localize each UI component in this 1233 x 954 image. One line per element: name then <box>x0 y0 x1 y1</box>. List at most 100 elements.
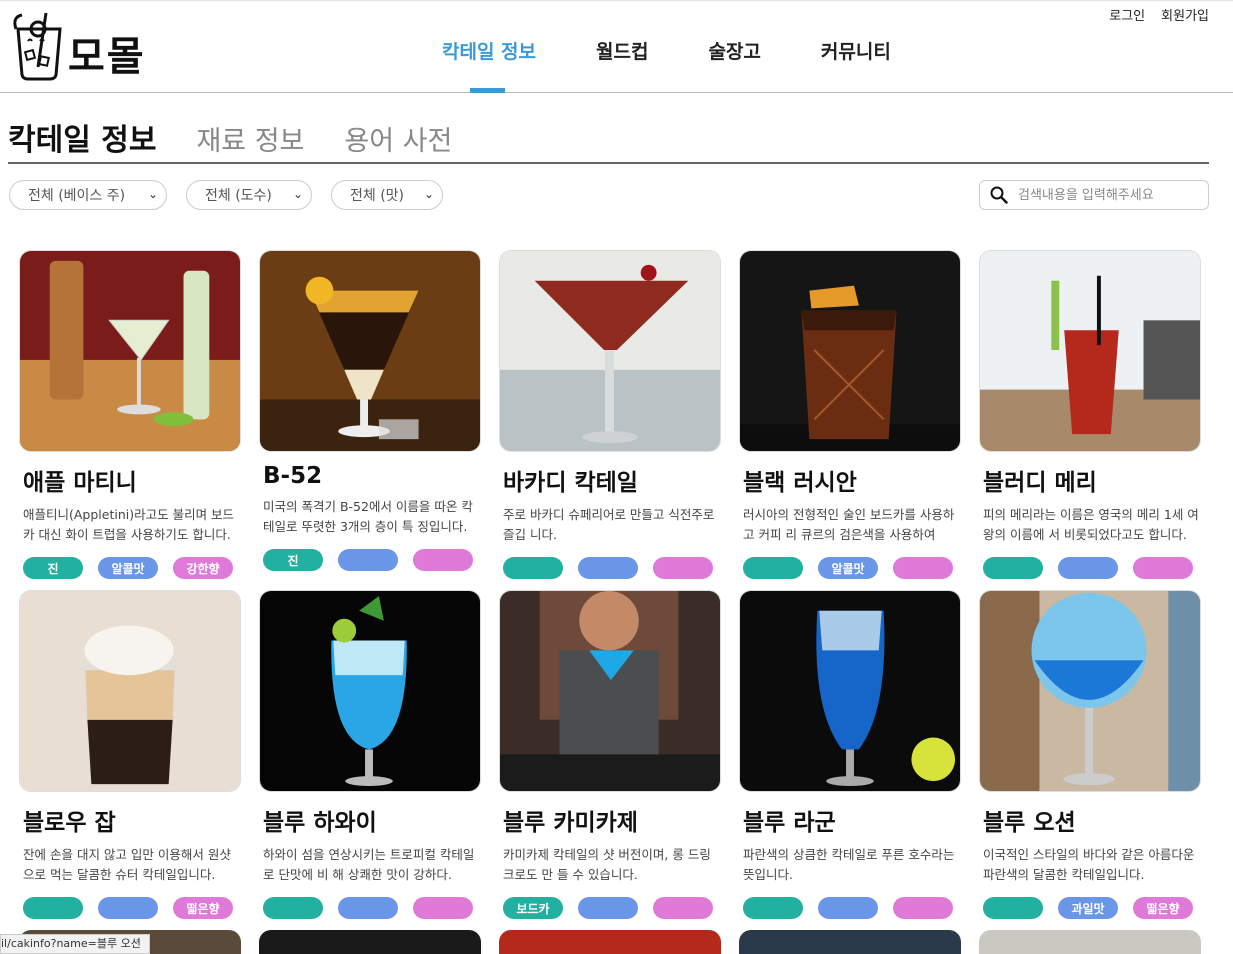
taste-filter[interactable]: 전체 (맛) ⌄ <box>331 180 443 210</box>
cocktail-card[interactable]: 바카디 칵테일 주로 바카디 슈페리어로 만들고 식전주로 즐깁 니다. <box>499 250 721 580</box>
taste-tag: 떫은향 <box>173 897 233 919</box>
cocktail-name: 블랙 러시안 <box>743 470 857 496</box>
cocktail-name: B-52 <box>263 463 323 489</box>
tag-row <box>263 897 481 919</box>
base-spirit-filter-value: 전체 (베이스 주) <box>28 188 126 204</box>
taste-tag <box>893 557 953 579</box>
cocktail-photo <box>259 590 481 792</box>
base-spirit-tag <box>983 557 1043 579</box>
tab-cocktail-info[interactable]: 칵테일 정보 <box>8 115 156 159</box>
cocktail-photo <box>499 590 721 792</box>
cocktail-card[interactable]: 블루 하와이 하와이 섬을 연상시키는 트로피컬 칵테일로 단맛에 비 해 상쾌… <box>259 590 481 920</box>
abv-tag: 알콜맛 <box>818 557 878 579</box>
cocktail-name: 블루 카미카제 <box>503 810 638 836</box>
tag-row: 보드카 <box>503 897 721 919</box>
taste-tag <box>1133 557 1193 579</box>
search-input[interactable] <box>1018 187 1198 203</box>
tab-ingredient-info[interactable]: 재료 정보 <box>196 119 304 158</box>
tag-row: 진 <box>263 549 481 571</box>
cocktail-name: 애플 마티니 <box>23 470 137 496</box>
cocktail-description: 하와이 섬을 연상시키는 트로피컬 칵테일로 단맛에 비 해 상쾌한 맛이 강하… <box>263 847 475 882</box>
cocktail-description: 파란색의 상큼한 칵테일로 푸른 호수라는 뜻입니다. <box>743 847 955 882</box>
cocktail-card[interactable]: 블루 카미카제 카미카제 칵테일의 샷 버전이며, 롱 드링크로도 만 들 수 … <box>499 590 721 920</box>
base-spirit-filter[interactable]: 전체 (베이스 주) ⌄ <box>9 180 167 210</box>
cocktail-description: 이국적인 스타일의 바다와 같은 아름다운 파란색의 달콤한 칵테일입니다. <box>983 847 1195 882</box>
taste-tag <box>653 897 713 919</box>
cocktail-card-partial[interactable] <box>259 930 481 954</box>
cocktail-photo <box>739 250 961 452</box>
cocktail-card-partial[interactable] <box>499 930 721 954</box>
search-box <box>979 180 1209 210</box>
cocktail-card[interactable]: 블랙 러시안 러시아의 전형적인 술인 보드카를 사용하고 커피 리 큐르의 검… <box>739 250 961 580</box>
cocktail-card[interactable]: B-52 미국의 폭격기 B-52에서 이름을 따온 칵테일로 뚜렷한 3개의 … <box>259 250 481 580</box>
base-spirit-tag <box>263 897 323 919</box>
nav-community[interactable]: 커뮤니티 <box>821 37 891 64</box>
cocktail-photo <box>19 250 241 452</box>
cocktail-card[interactable]: 블루 라군 파란색의 상큼한 칵테일로 푸른 호수라는 뜻입니다. <box>739 590 961 920</box>
cocktail-photo <box>19 590 241 792</box>
cocktail-name: 블로우 잡 <box>23 810 116 836</box>
abv-tag <box>818 897 878 919</box>
abv-tag: 과일맛 <box>1058 897 1118 919</box>
cocktail-description: 애플티니(Appletini)라고도 불리며 보드카 대신 화이 트럽을 사용하… <box>23 507 235 542</box>
top-header: 로그인 회원가입 모몰 칵테일 정보 월드컵 술장고 커뮤니티 <box>0 0 1233 93</box>
subtab-divider <box>8 162 1209 164</box>
cocktail-photo <box>739 590 961 792</box>
sub-tabs: 칵테일 정보 재료 정보 용어 사전 <box>8 115 452 159</box>
cocktail-description: 미국의 폭격기 B-52에서 이름을 따온 칵테일로 뚜렷한 3개의 층이 특 … <box>263 499 473 534</box>
taste-tag <box>653 557 713 579</box>
tag-row: 떫은향 <box>23 897 241 919</box>
cocktail-card-partial[interactable] <box>979 930 1201 954</box>
taste-filter-value: 전체 (맛) <box>350 188 405 204</box>
taste-tag <box>893 897 953 919</box>
cocktail-card[interactable]: 블루 오션 이국적인 스타일의 바다와 같은 아름다운 파란색의 달콤한 칵테일… <box>979 590 1201 920</box>
taste-tag <box>413 897 473 919</box>
cocktail-photo <box>259 250 481 452</box>
search-icon[interactable] <box>990 186 1008 204</box>
cocktail-description: 잔에 손을 대지 않고 입만 이용해서 원샷으로 먹는 달콤한 슈터 칵테일입니… <box>23 847 231 882</box>
nav-liquor-cabinet[interactable]: 술장고 <box>708 37 760 64</box>
cocktail-card[interactable]: 애플 마티니 애플티니(Appletini)라고도 불리며 보드카 대신 화이 … <box>19 250 241 580</box>
base-spirit-tag <box>743 897 803 919</box>
base-spirit-tag: 보드카 <box>503 897 563 919</box>
tag-row: 과일맛 떫은향 <box>983 897 1201 919</box>
abv-tag <box>98 897 158 919</box>
abv-tag <box>578 897 638 919</box>
signup-link[interactable]: 회원가입 <box>1161 5 1209 24</box>
base-spirit-tag <box>23 897 83 919</box>
abv-tag <box>338 897 398 919</box>
login-link[interactable]: 로그인 <box>1109 5 1145 24</box>
abv-tag: 알콜맛 <box>98 557 158 579</box>
cocktail-name: 블루 하와이 <box>263 810 377 836</box>
tag-row: 알콜맛 <box>743 557 961 579</box>
nav-worldcup[interactable]: 월드컵 <box>596 37 648 64</box>
taste-tag <box>413 549 473 571</box>
cocktail-name: 블루 라군 <box>743 810 836 836</box>
auth-links: 로그인 회원가입 <box>1109 5 1209 24</box>
tab-glossary[interactable]: 용어 사전 <box>344 119 452 158</box>
cocktail-card[interactable]: 블로우 잡 잔에 손을 대지 않고 입만 이용해서 원샷으로 먹는 달콤한 슈터… <box>19 590 241 920</box>
cocktail-name: 블루 오션 <box>983 810 1076 836</box>
cocktail-description: 주로 바카디 슈페리어로 만들고 식전주로 즐깁 니다. <box>503 507 715 542</box>
nav-cocktail-info[interactable]: 칵테일 정보 <box>442 37 536 64</box>
base-spirit-tag: 진 <box>263 549 323 571</box>
abv-tag <box>338 549 398 571</box>
cocktail-glass-logo-icon <box>13 12 62 81</box>
cocktail-card-partial[interactable] <box>739 930 961 954</box>
chevron-down-icon: ⌄ <box>423 187 434 201</box>
cocktail-card[interactable]: 블러디 메리 피의 메리라는 이름은 영국의 메리 1세 여왕의 이름에 서 비… <box>979 250 1201 580</box>
abv-filter[interactable]: 전체 (도수) ⌄ <box>186 180 312 210</box>
cocktail-description: 카미카제 칵테일의 샷 버전이며, 롱 드링크로도 만 들 수 있습니다. <box>503 847 711 882</box>
base-spirit-tag: 진 <box>23 557 83 579</box>
cocktail-name: 블러디 메리 <box>983 470 1097 496</box>
base-spirit-tag <box>983 897 1043 919</box>
site-logo[interactable]: 모몰 <box>8 11 146 81</box>
base-spirit-tag <box>503 557 563 579</box>
chevron-down-icon: ⌄ <box>292 187 303 201</box>
active-nav-indicator <box>470 88 505 93</box>
taste-tag: 떫은향 <box>1133 897 1193 919</box>
tag-row <box>503 557 721 579</box>
cocktail-photo <box>499 250 721 452</box>
cocktail-name: 바카디 칵테일 <box>503 470 638 496</box>
logo-text: 모몰 <box>68 34 146 80</box>
